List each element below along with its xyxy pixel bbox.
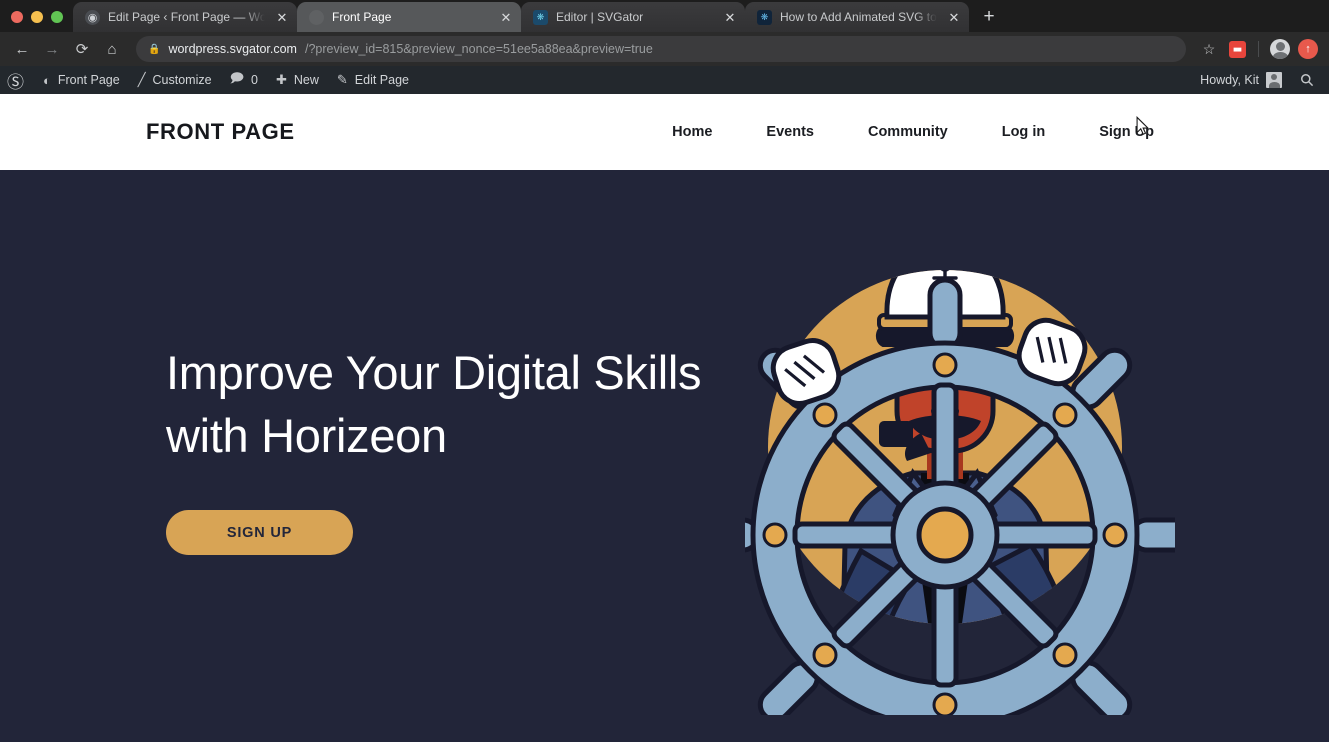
svgator-icon: ❋ <box>533 9 548 25</box>
new-tab-button[interactable]: + <box>975 2 1003 30</box>
plus-icon: ✚ <box>275 72 287 87</box>
forward-icon[interactable]: → <box>38 35 66 63</box>
nav-link-home[interactable]: Home <box>645 124 739 140</box>
minimize-window-button[interactable] <box>31 11 43 23</box>
admin-bar-label: New <box>293 73 319 87</box>
close-tab-icon[interactable]: ✕ <box>273 8 291 26</box>
url-domain: wordpress.svgator.com <box>168 42 297 56</box>
nav-link-sign-up[interactable]: Sign Up <box>1072 124 1154 140</box>
hero-section: Improve Your Digital Skills with Horizeo… <box>0 170 1329 742</box>
nav-link-community[interactable]: Community <box>841 124 975 140</box>
avatar <box>1266 72 1282 88</box>
browser-tab-3[interactable]: ❋ How to Add Animated SVG to Wo ✕ <box>745 2 969 32</box>
tab-title: How to Add Animated SVG to Wo <box>780 10 937 24</box>
home-icon[interactable]: ⌂ <box>98 35 126 63</box>
close-tab-icon[interactable]: ✕ <box>721 8 739 26</box>
browser-toolbar: ← → ⟳ ⌂ 🔒 wordpress.svgator.com /?previe… <box>0 32 1329 66</box>
toolbar-divider <box>1258 41 1259 57</box>
admin-bar-item-customize[interactable]: ╱ Customize <box>129 66 221 94</box>
close-tab-icon[interactable]: ✕ <box>497 8 515 26</box>
site-brand[interactable]: FRONT PAGE <box>146 119 295 145</box>
sea-captain-ship-wheel-icon <box>687 270 1203 742</box>
wordpress-admin-bar: Ⓢ ◐ Front Page ╱ Customize 🗩 0 ✚ New ✎ E… <box>0 66 1329 94</box>
admin-bar-item-front-page[interactable]: ◐ Front Page <box>34 66 129 94</box>
admin-bar-label: 0 <box>251 73 258 87</box>
profile-avatar-icon[interactable] <box>1267 36 1293 62</box>
close-window-button[interactable] <box>11 11 23 23</box>
admin-bar-label: Edit Page <box>354 73 410 87</box>
customize-brush-icon: ╱ <box>137 72 146 87</box>
tab-list: ◉ Edit Page ‹ Front Page — WordPr ✕ Fron… <box>73 0 969 32</box>
hero-illustration <box>687 215 1203 742</box>
tab-title: Front Page <box>332 10 392 24</box>
site-header: FRONT PAGE Home Events Community Log in … <box>0 94 1329 170</box>
bookmark-star-icon[interactable]: ☆ <box>1196 36 1222 62</box>
wordpress-logo-icon[interactable]: Ⓢ <box>0 66 34 94</box>
nav-link-log-in[interactable]: Log in <box>975 124 1073 140</box>
admin-bar-account[interactable]: Howdy, Kit <box>1191 66 1291 94</box>
page-title: Improve Your Digital Skills with Horizeo… <box>166 346 702 462</box>
comment-bubble-icon: 🗩 <box>229 70 245 85</box>
admin-bar-search[interactable] <box>1291 66 1323 94</box>
extension-icon[interactable]: ■■ <box>1224 36 1250 62</box>
sign-up-button[interactable]: SIGN UP <box>166 510 353 555</box>
admin-bar-item-new[interactable]: ✚ New <box>267 66 328 94</box>
close-tab-icon[interactable]: ✕ <box>945 8 963 26</box>
globe-icon <box>309 9 324 25</box>
tab-title: Editor | SVGator <box>556 10 644 24</box>
update-icon[interactable]: ↑ <box>1295 36 1321 62</box>
address-bar[interactable]: 🔒 wordpress.svgator.com /?preview_id=815… <box>136 36 1186 62</box>
site-navigation: Home Events Community Log in Sign Up <box>645 124 1154 140</box>
admin-bar-label: Customize <box>152 73 212 87</box>
hero-copy: Improve Your Digital Skills with Horizeo… <box>166 341 726 555</box>
window-traffic-lights <box>0 11 73 32</box>
reload-icon[interactable]: ⟳ <box>68 35 96 63</box>
search-icon <box>1301 74 1314 87</box>
howdy-label: Howdy, Kit <box>1200 73 1259 87</box>
back-icon[interactable]: ← <box>8 35 36 63</box>
browser-tab-1[interactable]: Front Page ✕ <box>297 2 521 32</box>
admin-bar-item-comments[interactable]: 🗩 0 <box>221 66 267 94</box>
tab-strip: ◉ Edit Page ‹ Front Page — WordPr ✕ Fron… <box>0 0 1329 32</box>
url-path: /?preview_id=815&preview_nonce=51ee5a88e… <box>304 42 653 56</box>
browser-tab-0[interactable]: ◉ Edit Page ‹ Front Page — WordPr ✕ <box>73 2 297 32</box>
padlock-icon: 🔒 <box>148 43 161 55</box>
pencil-icon: ✎ <box>336 72 348 87</box>
maximize-window-button[interactable] <box>51 11 63 23</box>
admin-bar-item-edit-page[interactable]: ✎ Edit Page <box>328 66 418 94</box>
nav-link-events[interactable]: Events <box>739 124 841 140</box>
tab-title: Edit Page ‹ Front Page — WordPr <box>108 10 265 24</box>
dashboard-icon: ◐ <box>43 72 51 88</box>
wordpress-icon: ◉ <box>85 9 100 25</box>
admin-bar-label: Front Page <box>57 73 120 87</box>
svgator-blog-icon: ❋ <box>757 9 772 25</box>
browser-tab-2[interactable]: ❋ Editor | SVGator ✕ <box>521 2 745 32</box>
browser-window: ◉ Edit Page ‹ Front Page — WordPr ✕ Fron… <box>0 0 1329 742</box>
